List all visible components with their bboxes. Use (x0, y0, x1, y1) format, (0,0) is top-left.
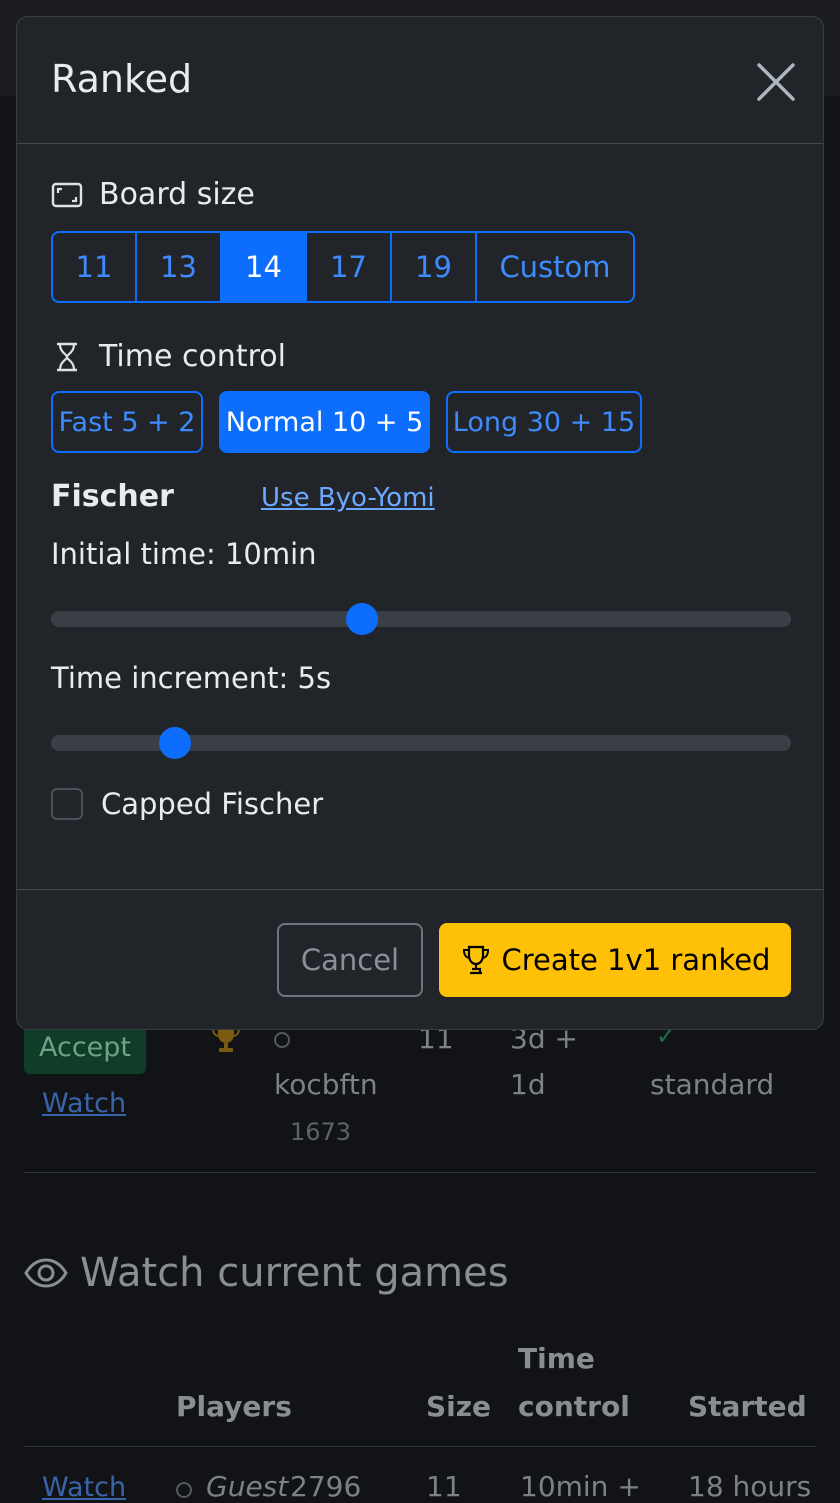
close-icon[interactable] (755, 61, 797, 103)
board-size-value: 11 (426, 1470, 462, 1503)
initial-time-label: Initial time: 10min (51, 537, 317, 571)
column-header-time-control: Time (518, 1342, 595, 1375)
fischer-label: Fischer (51, 479, 174, 514)
column-header-size: Size (426, 1390, 492, 1423)
player-name: kocbftn (274, 1068, 378, 1101)
board-size-label-text: Board size (99, 177, 255, 212)
board-size-custom-button[interactable]: Custom (475, 231, 635, 303)
column-header-players: Players (176, 1390, 292, 1423)
game-row: Accept Watch kocbftn 1673 11 3d + 1d ✓ s… (24, 1010, 816, 1173)
capped-fischer-label: Capped Fischer (101, 787, 324, 821)
time-control-value: 10min + (520, 1470, 641, 1503)
time-control-long-button[interactable]: Long 30 + 15 (446, 391, 642, 453)
create-ranked-button[interactable]: Create 1v1 ranked (439, 923, 791, 997)
time-increment-slider-thumb[interactable] (158, 727, 191, 759)
watch-section-title: Watch current games (24, 1250, 509, 1296)
time-control-value-2: 1d (510, 1068, 546, 1101)
time-increment-label: Time increment: 5s (51, 661, 332, 695)
modal-header: Ranked (17, 17, 823, 144)
player-name: Guest (206, 1470, 289, 1503)
board-size-group: 11 13 14 17 19 Custom (51, 231, 635, 303)
modal-title: Ranked (51, 57, 193, 101)
create-ranked-label: Create 1v1 ranked (501, 943, 771, 977)
trophy-icon (462, 945, 489, 975)
started-value: 18 hours (688, 1470, 812, 1503)
board-size-14-button[interactable]: 14 (220, 231, 307, 303)
time-control-fast-button[interactable]: Fast 5 + 2 (51, 391, 203, 453)
use-byo-yomi-link[interactable]: Use Byo-Yomi (261, 483, 435, 513)
initial-time-slider[interactable] (51, 603, 791, 635)
board-size-11-button[interactable]: 11 (51, 231, 137, 303)
time-control-label-text: Time control (99, 339, 286, 374)
capped-fischer-row: Capped Fischer (51, 787, 323, 821)
board-size-17-button[interactable]: 17 (305, 231, 392, 303)
board-size-label: Board size (51, 177, 255, 212)
eye-icon (24, 1258, 68, 1288)
board-size-19-button[interactable]: 19 (390, 231, 477, 303)
initial-time-slider-thumb[interactable] (345, 603, 378, 635)
cancel-button[interactable]: Cancel (277, 923, 423, 997)
player-rating: 2796 (290, 1470, 362, 1503)
time-control-normal-button[interactable]: Normal 10 + 5 (219, 391, 430, 453)
capped-fischer-checkbox[interactable] (51, 788, 83, 820)
board-icon (51, 182, 83, 207)
table-divider (24, 1446, 816, 1447)
column-header-started: Started (688, 1390, 807, 1423)
watch-link[interactable]: Watch (42, 1472, 126, 1503)
board-size-13-button[interactable]: 13 (135, 231, 222, 303)
time-increment-slider[interactable] (51, 727, 791, 759)
column-header-time-control-2: control (518, 1390, 630, 1423)
hourglass-icon (57, 342, 77, 371)
time-control-label: Time control (51, 339, 286, 374)
ranked-modal: Ranked Board size 11 13 14 17 19 Custom … (16, 16, 824, 1030)
modal-footer-divider (17, 889, 823, 890)
player-status-icon (274, 1032, 290, 1048)
watch-link[interactable]: Watch (42, 1088, 126, 1119)
game-type: standard (650, 1068, 775, 1101)
player-rating: 1673 (290, 1118, 352, 1146)
watch-section-title-text: Watch current games (80, 1250, 509, 1296)
